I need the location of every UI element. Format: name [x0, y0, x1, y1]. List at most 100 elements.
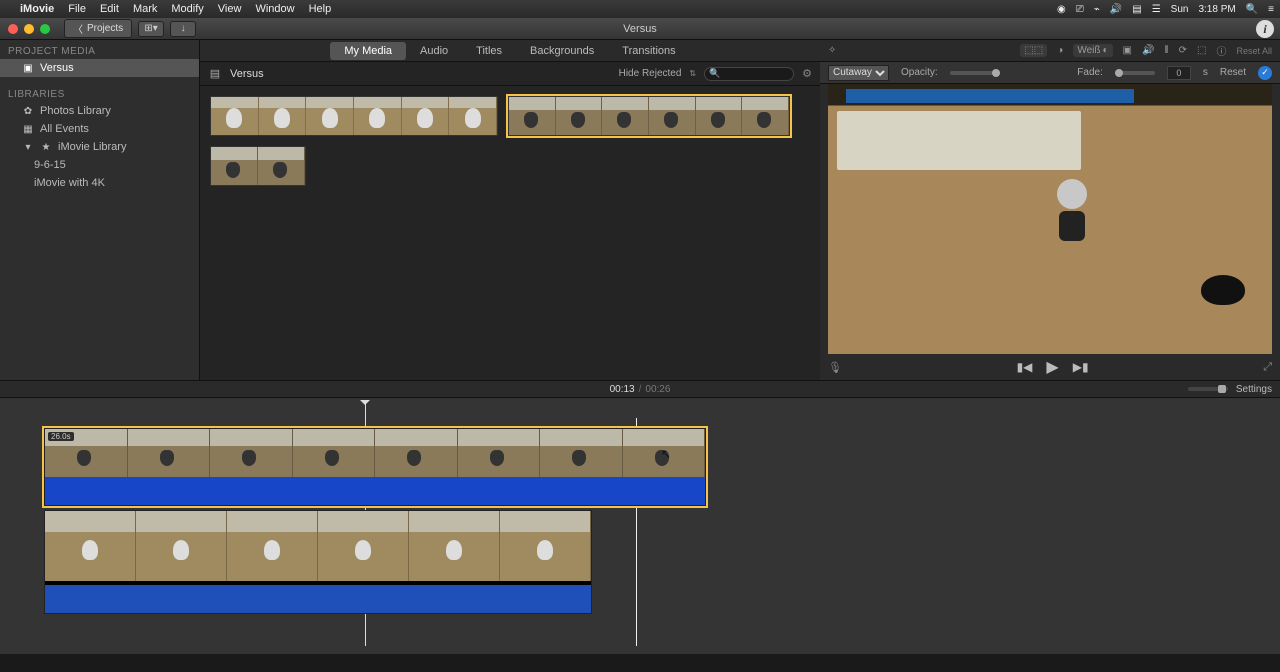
browser-settings-icon[interactable]: ⚙ [802, 67, 812, 80]
status-bluetooth-icon[interactable]: ⌁ [1094, 4, 1100, 15]
info-icon[interactable]: ⓘ [1216, 43, 1226, 58]
projects-back-button[interactable]: 〈 Projects [64, 19, 132, 38]
status-time[interactable]: 3:18 PM [1198, 4, 1235, 15]
mouse-cursor-icon: ↖ [661, 447, 671, 461]
tab-mymedia[interactable]: My Media [330, 42, 406, 60]
eq-icon[interactable]: ⫴ [1164, 45, 1168, 56]
tab-transitions[interactable]: Transitions [608, 42, 689, 60]
timeline[interactable]: 26.0s ↖ [0, 398, 1280, 654]
zoom-slider[interactable] [1188, 387, 1228, 391]
sidebar-item-photos[interactable]: ✿ Photos Library [0, 102, 199, 120]
zoom-button[interactable] [40, 24, 50, 34]
timeline-clip-cutaway[interactable]: 26.0s ↖ [44, 428, 706, 506]
traffic-lights [8, 24, 50, 34]
app-menu[interactable]: iMovie [20, 3, 54, 15]
layout-toggle-button[interactable]: ⊞▾ [138, 21, 164, 37]
macos-menubar: iMovie File Edit Mark Modify View Window… [0, 0, 1280, 18]
opacity-slider[interactable] [950, 71, 1000, 75]
menu-help[interactable]: Help [309, 3, 332, 15]
menu-view[interactable]: View [218, 3, 242, 15]
clip-thumbnail[interactable] [210, 96, 498, 136]
clip-thumbnail-selected[interactable]: 26.0s [508, 96, 790, 136]
adjust-toolbar: ✧ ⬚⬚ ◑ Weiß◐ ▣ 🔊 ⫴ ⟳ ⬚ ⓘ Reset All [820, 40, 1280, 62]
status-volume-icon[interactable]: 🔊 [1110, 4, 1122, 15]
star-icon: ★ [40, 142, 52, 153]
filmstrip-toggle-icon[interactable]: ▤ [208, 67, 222, 80]
sidebar-item-label: All Events [40, 123, 89, 135]
volume-icon[interactable]: 🔊 [1142, 45, 1154, 56]
timecode-current: 00:13 [610, 384, 635, 395]
status-flag-icon[interactable]: ▤ [1132, 4, 1141, 15]
clip-thumbnail[interactable] [210, 146, 306, 186]
fullscreen-icon[interactable]: ⤢ [1263, 361, 1272, 374]
status-record-icon[interactable]: ◉ [1057, 4, 1066, 15]
color-match-button[interactable]: ⬚⬚ [1020, 44, 1047, 57]
notification-center-icon[interactable]: ≡ [1268, 4, 1274, 15]
white-balance-button[interactable]: Weiß◐ [1073, 44, 1112, 57]
share-info-button[interactable]: i [1256, 20, 1274, 38]
play-button[interactable]: ▶ [1046, 357, 1058, 377]
status-day[interactable]: Sun [1171, 4, 1189, 15]
fade-unit: s [1203, 67, 1208, 78]
menu-edit[interactable]: Edit [100, 3, 119, 15]
sidebar-item-imovie4k[interactable]: iMovie with 4K [0, 174, 199, 192]
timecode-sep: / [639, 384, 642, 395]
window-title: Versus [623, 23, 657, 35]
tab-backgrounds[interactable]: Backgrounds [516, 42, 608, 60]
crop-icon[interactable]: ▣ [1123, 45, 1132, 56]
status-display-icon[interactable]: ⎚ [1076, 4, 1084, 15]
sidebar-item-allevents[interactable]: ▦ All Events [0, 120, 199, 138]
voiceover-icon[interactable]: 🎙 [828, 361, 842, 374]
reset-button[interactable]: Reset [1220, 67, 1246, 78]
menu-window[interactable]: Window [255, 3, 294, 15]
minimize-button[interactable] [24, 24, 34, 34]
speed-icon[interactable]: ⟳ [1179, 45, 1187, 56]
window-titlebar: 〈 Projects ⊞▾ ↓ Versus i [0, 18, 1280, 40]
projects-label: Projects [87, 23, 123, 34]
disclosure-icon[interactable]: ▾ [22, 142, 34, 153]
menu-file[interactable]: File [68, 3, 86, 15]
filter-label[interactable]: Hide Rejected [619, 68, 682, 79]
prev-button[interactable]: ▮◀ [1017, 360, 1033, 374]
library-sidebar: PROJECT MEDIA ▣ Versus LIBRARIES ✿ Photo… [0, 40, 200, 380]
clip-audio-track[interactable] [45, 477, 705, 505]
fade-value[interactable]: 0 [1167, 66, 1191, 80]
filter-stepper-icon[interactable]: ⇅ [689, 69, 696, 78]
filter-icon[interactable]: ⬚ [1197, 45, 1206, 56]
sidebar-item-date[interactable]: 9-6-15 [0, 156, 199, 174]
sidebar-item-label: Versus [40, 62, 74, 74]
spotlight-icon[interactable]: 🔍 [1246, 4, 1258, 15]
sidebar-item-versus[interactable]: ▣ Versus [0, 59, 199, 77]
timecode-total: 00:26 [645, 384, 670, 395]
color-balance-icon[interactable]: ◑ [1057, 45, 1063, 56]
tab-audio[interactable]: Audio [406, 42, 462, 60]
status-wifi-icon[interactable]: ☰ [1152, 4, 1161, 15]
playback-controls: 🎙 ▮◀ ▶ ▶▮ ⤢ [820, 354, 1280, 380]
fade-slider[interactable] [1115, 71, 1155, 75]
clip-grid: 26.0s [200, 86, 820, 380]
timeline-settings-button[interactable]: Settings [1236, 384, 1272, 395]
clip-audio-track[interactable] [45, 585, 591, 613]
search-icon: 🔍 [709, 68, 720, 79]
menu-mark[interactable]: Mark [133, 3, 157, 15]
next-button[interactable]: ▶▮ [1073, 360, 1089, 374]
sidebar-item-label: Photos Library [40, 105, 111, 117]
browser-name: Versus [230, 68, 264, 80]
menu-modify[interactable]: Modify [171, 3, 203, 15]
timeline-clip-main[interactable] [44, 510, 592, 614]
timeline-ruler[interactable] [44, 404, 1236, 418]
enhance-wand-icon[interactable]: ✧ [828, 45, 836, 56]
preview-canvas[interactable] [828, 84, 1272, 354]
sidebar-item-imovielib[interactable]: ▾ ★ iMovie Library [0, 138, 199, 156]
overlay-select[interactable]: Cutaway [828, 65, 889, 81]
import-button[interactable]: ↓ [170, 21, 196, 37]
tab-titles[interactable]: Titles [462, 42, 516, 60]
timeline-header: 00:13 / 00:26 Settings [0, 380, 1280, 398]
close-button[interactable] [8, 24, 18, 34]
section-project-media: PROJECT MEDIA [0, 40, 199, 59]
section-libraries: LIBRARIES [0, 83, 199, 102]
reset-all-button[interactable]: Reset All [1236, 46, 1272, 56]
apply-check-icon[interactable]: ✓ [1258, 66, 1272, 80]
chevron-left-icon: 〈 [73, 21, 83, 36]
search-input[interactable]: 🔍 [704, 67, 794, 81]
